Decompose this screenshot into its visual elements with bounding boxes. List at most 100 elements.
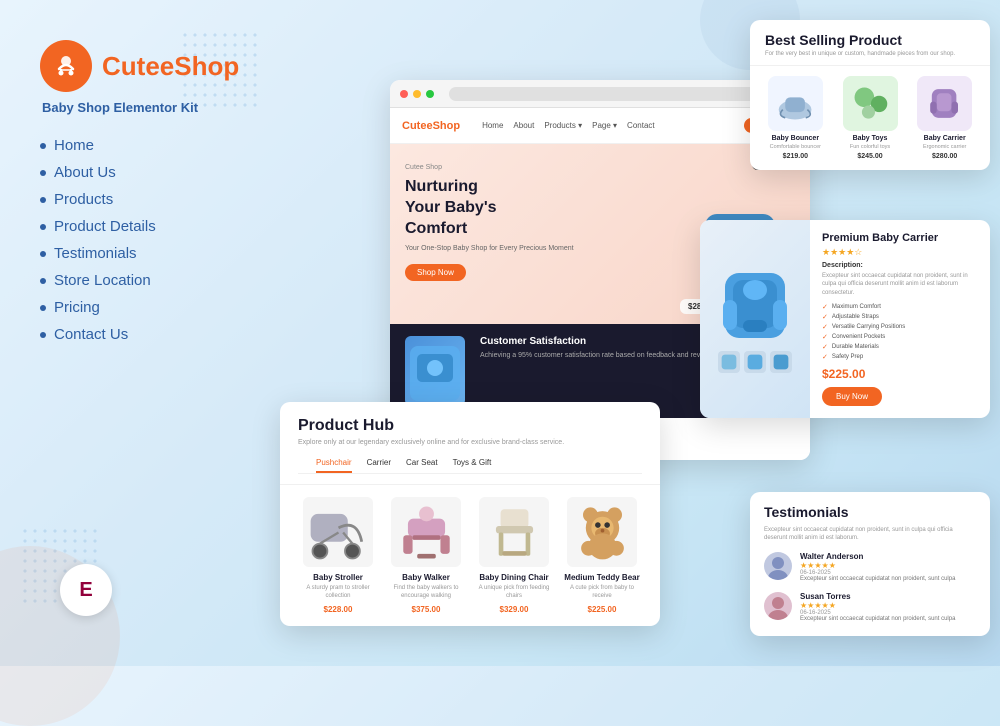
best-product-desc-carrier: Ergonomic carrier: [911, 144, 978, 150]
nav-link-contact[interactable]: Contact Us: [54, 326, 128, 343]
browser-dot-red: [400, 90, 408, 98]
add-to-cart-button[interactable]: Buy Now: [822, 387, 882, 406]
nav-link-products[interactable]: Products: [54, 191, 113, 208]
best-product-name-toys: Baby Toys: [837, 135, 904, 142]
product-img-teddy: [567, 497, 637, 567]
logo-text: CuteeShop: [102, 51, 239, 82]
product-img-stroller: [303, 497, 373, 567]
nav-item-products[interactable]: Products: [40, 191, 260, 208]
nav-item-pricing[interactable]: Pricing: [40, 299, 260, 316]
nav-item-about[interactable]: About Us: [40, 164, 260, 181]
inner-nav-links: Home About Products ▾ Page ▾ Contact: [482, 121, 732, 130]
hero-title: Nurturing Your Baby's Comfort: [405, 177, 655, 239]
testimonial-avatar-2: [764, 592, 792, 620]
product-desc-teddy: A cute pick from baby to receive: [562, 585, 642, 601]
nav-bullet: [40, 332, 46, 338]
inner-nav-page: Page ▾: [592, 121, 617, 130]
hub-tab-carseat[interactable]: Car Seat: [406, 454, 438, 473]
nav-bullet: [40, 251, 46, 257]
testimonial-text-1: Excepteur sint occaecat cupidatat non pr…: [800, 576, 976, 584]
browser-dot-yellow: [413, 90, 421, 98]
best-product-toys: Baby Toys Fun colorful toys $245.00: [837, 76, 904, 160]
nav-link-home[interactable]: Home: [54, 137, 94, 154]
products-grid: Baby Stroller A sturdy pram to stroller …: [280, 485, 660, 626]
hero-title-line2: Your Baby's: [405, 199, 497, 216]
product-card-stroller: Baby Stroller A sturdy pram to stroller …: [298, 497, 378, 614]
hub-tab-pushchair[interactable]: Pushchair: [316, 454, 352, 473]
best-selling-title: Best Selling Product: [765, 32, 975, 48]
premium-thumb-3[interactable]: [770, 351, 792, 373]
nav-link-pricing[interactable]: Pricing: [54, 299, 100, 316]
premium-thumb-2[interactable]: [744, 351, 766, 373]
elementor-icon: E: [79, 579, 92, 602]
nav-item-product-details[interactable]: Product Details: [40, 218, 260, 235]
product-card-teddy: Medium Teddy Bear A cute pick from baby …: [562, 497, 642, 614]
premium-main-image: [715, 265, 795, 345]
inner-logo: CuteeShop: [402, 120, 460, 132]
feature-item-straps: Adjustable Straps: [822, 313, 978, 321]
nav-item-testimonials[interactable]: Testimonials: [40, 245, 260, 262]
inner-logo-part1: Cutee: [402, 120, 433, 132]
premium-image-area: [700, 220, 810, 418]
product-price-stroller: $228.00: [298, 605, 378, 614]
navigation-list: Home About Us Products Product Details T…: [40, 137, 260, 343]
hub-tab-toys[interactable]: Toys & Gift: [453, 454, 492, 473]
best-selling-products: Baby Bouncer Comfortable bouncer $219.00…: [750, 66, 990, 170]
product-img-chair: [479, 497, 549, 567]
best-product-carrier: Baby Carrier Ergonomic carrier $280.00: [911, 76, 978, 160]
address-bar: [449, 87, 800, 101]
feature-item-safety: Safety Prep: [822, 353, 978, 361]
premium-stars: ★★★★☆: [822, 247, 978, 258]
nav-bullet: [40, 197, 46, 203]
feature-item-materials: Durable Materials: [822, 343, 978, 351]
browser-bar: [390, 80, 810, 108]
product-name-stroller: Baby Stroller: [298, 573, 378, 582]
testimonial-item-2: Susan Torres ★★★★★ 06-16-2025 Excepteur …: [764, 592, 976, 624]
hub-tab-carrier[interactable]: Carrier: [367, 454, 391, 473]
testimonial-stars-1: ★★★★★: [800, 561, 976, 570]
best-img-bouncer: [768, 76, 823, 131]
product-price-teddy: $225.00: [562, 605, 642, 614]
inner-browser-nav: CuteeShop Home About Products ▾ Page ▾ C…: [390, 108, 810, 144]
best-selling-header: Best Selling Product For the very best i…: [750, 20, 990, 66]
inner-nav-about: About: [513, 121, 534, 130]
hero-cta-button[interactable]: Shop Now: [405, 264, 466, 281]
best-selling-card: Best Selling Product For the very best i…: [750, 20, 990, 170]
premium-description-label: Description:: [822, 262, 978, 269]
product-name-walker: Baby Walker: [386, 573, 466, 582]
product-hub-card: Product Hub Explore only at our legendar…: [280, 402, 660, 626]
testimonial-info-2: Susan Torres ★★★★★ 06-16-2025 Excepteur …: [800, 592, 976, 624]
nav-item-contact[interactable]: Contact Us: [40, 326, 260, 343]
nav-bullet: [40, 143, 46, 149]
premium-thumb-1[interactable]: [718, 351, 740, 373]
nav-link-testimonials[interactable]: Testimonials: [54, 245, 137, 262]
feature-item-pockets: Convenient Pockets: [822, 333, 978, 341]
best-product-price-toys: $245.00: [837, 153, 904, 160]
best-product-price-carrier: $280.00: [911, 153, 978, 160]
nav-link-about[interactable]: About Us: [54, 164, 116, 181]
testimonial-info-1: Walter Anderson ★★★★★ 06-16-2025 Excepte…: [800, 552, 976, 584]
hero-title-line3: Comfort: [405, 220, 467, 237]
best-selling-description: For the very best in unique or custom, h…: [765, 51, 975, 57]
product-desc-walker: Find the baby walkers to encourage walki…: [386, 585, 466, 601]
hero-text: Cutee Shop Nurturing Your Baby's Comfort…: [390, 144, 670, 324]
browser-dot-green: [426, 90, 434, 98]
inner-nav-contact: Contact: [627, 121, 655, 130]
testimonial-stars-2: ★★★★★: [800, 601, 976, 610]
product-name-teddy: Medium Teddy Bear: [562, 573, 642, 582]
nav-item-store-location[interactable]: Store Location: [40, 272, 260, 289]
testimonials-list: Walter Anderson ★★★★★ 06-16-2025 Excepte…: [764, 552, 976, 624]
nav-link-store-location[interactable]: Store Location: [54, 272, 151, 289]
logo-area: CuteeShop: [40, 40, 260, 92]
hub-header: Product Hub Explore only at our legendar…: [280, 402, 660, 485]
premium-thumbnails: [718, 351, 792, 373]
satisfaction-image: [405, 336, 465, 406]
product-desc-chair: A unique pick from feeding chairs: [474, 585, 554, 601]
product-img-walker: [391, 497, 461, 567]
left-panel: CuteeShop Baby Shop Elementor Kit Home A…: [40, 40, 260, 353]
inner-nav-products: Products ▾: [544, 121, 582, 130]
nav-link-product-details[interactable]: Product Details: [54, 218, 156, 235]
premium-carrier-card: Premium Baby Carrier ★★★★☆ Description: …: [700, 220, 990, 418]
testimonial-item-1: Walter Anderson ★★★★★ 06-16-2025 Excepte…: [764, 552, 976, 584]
nav-item-home[interactable]: Home: [40, 137, 260, 154]
